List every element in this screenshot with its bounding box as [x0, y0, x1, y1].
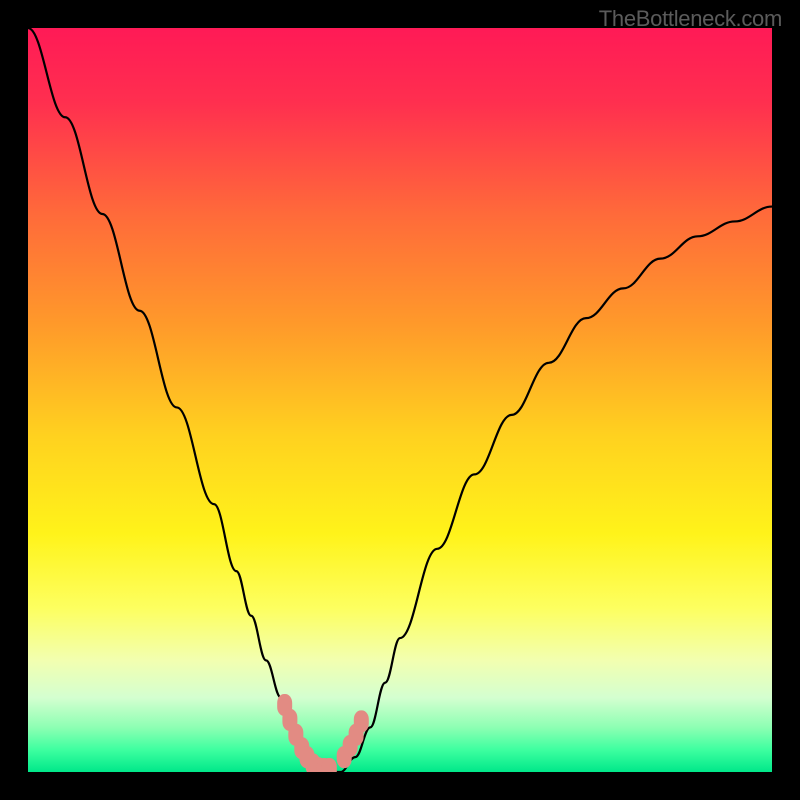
plot-area: [28, 28, 772, 772]
gradient-background: [28, 28, 772, 772]
watermark-text: TheBottleneck.com: [599, 6, 782, 32]
bottleneck-chart: [28, 28, 772, 772]
marker-point: [354, 710, 369, 732]
